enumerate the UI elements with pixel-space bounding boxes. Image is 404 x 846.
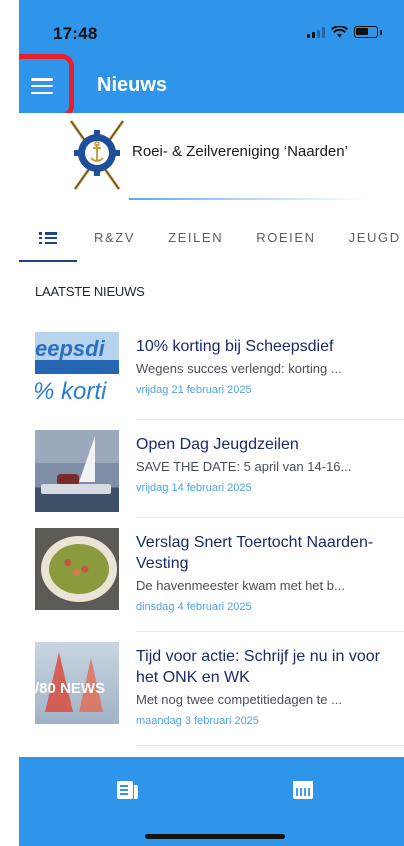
news-title: 10% korting bij Scheepsdief: [136, 338, 334, 355]
battery-tip: [380, 29, 382, 35]
tab-roeien[interactable]: ROEIEN: [256, 230, 315, 245]
news-item[interactable]: Verslag Snert Toertocht Naarden-Vesting …: [19, 518, 404, 632]
tab-all[interactable]: [19, 216, 77, 262]
newspaper-icon: [116, 781, 133, 799]
app-header: 17:48 Nieuws: [19, 0, 404, 118]
wifi-icon: [331, 26, 348, 38]
club-banner: Roei- & Zeilvereniging ‘Naarden’: [19, 113, 404, 203]
list-icon: [39, 232, 57, 244]
app-screen: 17:48 Nieuws Roei- & Zeilvereniging ‘Naa…: [19, 0, 404, 846]
status-icons: [307, 26, 382, 38]
club-logo-icon: [69, 120, 125, 190]
thumb-text: % korti: [35, 378, 107, 405]
news-excerpt: Wegens succes verlengd: korting ...: [136, 361, 342, 376]
menu-button[interactable]: [19, 54, 74, 118]
news-title: Verslag Snert Toertocht Naarden-Vesting: [136, 534, 374, 572]
news-thumbnail: [35, 430, 119, 512]
news-list: eepsdi % korti 10% korting bij Scheepsdi…: [19, 322, 404, 746]
tab-rzv[interactable]: R&ZV: [94, 230, 135, 245]
news-date: maandag 3 februari 2025: [136, 715, 259, 727]
news-item[interactable]: Open Dag Jeugdzeilen SAVE THE DATE: 5 ap…: [19, 420, 404, 518]
page-title: Nieuws: [97, 74, 168, 96]
news-thumbnail: /80 NEWS: [35, 642, 119, 724]
nav-calendar-button[interactable]: [283, 775, 323, 805]
banner-divider: [129, 198, 369, 200]
news-date: vrijdag 14 februari 2025: [136, 482, 252, 494]
news-title: Open Dag Jeugdzeilen: [136, 436, 299, 453]
cellular-signal-icon: [307, 26, 325, 38]
news-date: dinsdag 4 februari 2025: [136, 601, 252, 613]
news-thumbnail: [35, 528, 119, 610]
news-excerpt: De havenmeester kwam met het b...: [136, 578, 345, 593]
news-thumbnail: eepsdi % korti: [35, 332, 119, 414]
category-tabs: R&ZV ZEILEN ROEIEN JEUGD: [19, 216, 404, 262]
news-item[interactable]: eepsdi % korti 10% korting bij Scheepsdi…: [19, 322, 404, 420]
news-item[interactable]: /80 NEWS Tijd voor actie: Schrijf je nu …: [19, 632, 404, 746]
news-excerpt: Met nog twee competitiedagen te ...: [136, 692, 342, 707]
hamburger-menu-icon: [31, 78, 53, 94]
news-excerpt: SAVE THE DATE: 5 april van 14-16...: [136, 459, 352, 474]
tab-zeilen[interactable]: ZEILEN: [168, 230, 223, 245]
tab-jeugd[interactable]: JEUGD: [349, 230, 401, 245]
thumb-text: /80 NEWS: [35, 680, 106, 697]
status-time: 17:48: [53, 24, 98, 43]
news-date: vrijdag 21 februari 2025: [136, 384, 252, 396]
club-name: Roei- & Zeilvereniging ‘Naarden’: [132, 143, 348, 160]
thumb-text: eepsdi: [35, 336, 105, 361]
nav-news-button[interactable]: [107, 775, 147, 805]
battery-icon: [354, 26, 378, 38]
bottom-navigation: [19, 757, 404, 846]
divider: [136, 745, 404, 746]
news-title: Tijd voor actie: Schrijf je nu in voor h…: [136, 648, 380, 686]
section-heading: LAATSTE NIEUWS: [35, 284, 145, 299]
home-indicator[interactable]: [145, 834, 285, 839]
calendar-icon: [293, 781, 313, 799]
